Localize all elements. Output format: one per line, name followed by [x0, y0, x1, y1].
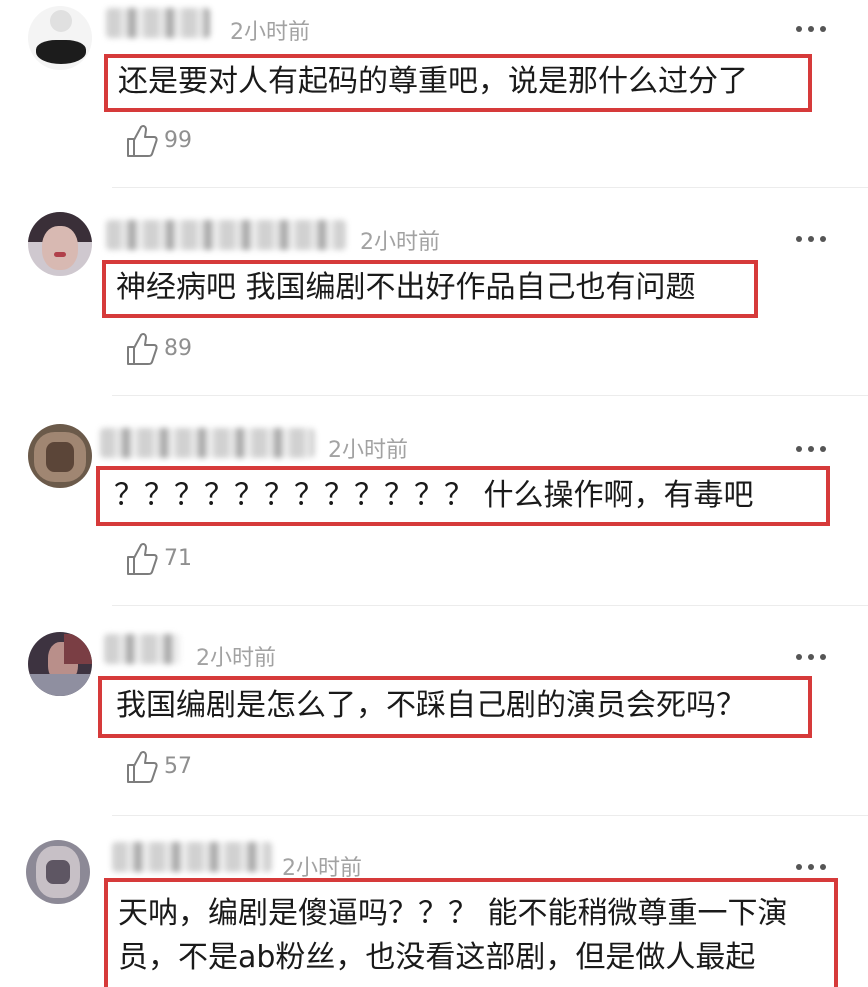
avatar[interactable] [26, 840, 90, 904]
comment-text-box: 天呐，编剧是傻逼吗？？？ 能不能稍微尊重一下演 员，不是ab粉丝，也没看这部剧，… [104, 878, 838, 987]
comment-time: 2小时前 [230, 20, 310, 45]
like-count: 71 [164, 546, 192, 571]
username-blurred[interactable] [104, 634, 180, 664]
thumbs-up-icon [127, 333, 158, 365]
like-count: 57 [164, 754, 192, 779]
avatar[interactable] [28, 6, 92, 70]
comment-text-box: 还是要对人有起码的尊重吧，说是那什么过分了 [104, 54, 812, 112]
more-options-icon[interactable] [796, 650, 830, 664]
comment-text: 神经病吧 我国编剧不出好作品自己也有问题 [116, 270, 696, 305]
comment-text: 还是要对人有起码的尊重吧，说是那什么过分了 [118, 64, 748, 99]
comment-text-box: 神经病吧 我国编剧不出好作品自己也有问题 [102, 260, 758, 318]
like-button[interactable]: 71 [126, 542, 206, 578]
avatar[interactable] [28, 212, 92, 276]
like-button[interactable]: 89 [126, 332, 206, 368]
comment-item: 2小时前 神经病吧 我国编剧不出好作品自己也有问题 89 [0, 188, 868, 396]
avatar[interactable] [28, 632, 92, 696]
like-count: 89 [164, 336, 192, 361]
username-blurred[interactable] [112, 842, 272, 872]
like-button[interactable]: 99 [126, 124, 206, 160]
more-options-icon[interactable] [796, 22, 830, 36]
more-options-icon[interactable] [796, 860, 830, 874]
comment-time: 2小时前 [328, 438, 408, 463]
comment-text: ？？？？？？？？？？？？ 什么操作啊，有毒吧 [114, 478, 754, 513]
like-count: 99 [164, 128, 192, 153]
username-blurred[interactable] [100, 428, 314, 458]
username-blurred[interactable] [106, 8, 210, 38]
more-options-icon[interactable] [796, 442, 830, 456]
comment-item: 2小时前 天呐，编剧是傻逼吗？？？ 能不能稍微尊重一下演 员，不是ab粉丝，也没… [0, 816, 868, 987]
thumbs-up-icon [127, 751, 158, 783]
more-options-icon[interactable] [796, 232, 830, 246]
comment-item: 2小时前 ？？？？？？？？？？？？ 什么操作啊，有毒吧 71 [0, 396, 868, 606]
comment-time: 2小时前 [360, 230, 440, 255]
comment-text-box: 我国编剧是怎么了，不踩自己剧的演员会死吗？ [98, 676, 812, 738]
thumbs-up-icon [127, 543, 158, 575]
comment-time: 2小时前 [196, 646, 276, 671]
username-blurred[interactable] [106, 220, 346, 250]
comment-text: 我国编剧是怎么了，不踩自己剧的演员会死吗？ [116, 688, 746, 723]
comment-item: 2小时前 还是要对人有起码的尊重吧，说是那什么过分了 99 [0, 0, 868, 188]
like-button[interactable]: 57 [126, 750, 206, 786]
comment-text-box: ？？？？？？？？？？？？ 什么操作啊，有毒吧 [96, 466, 830, 526]
avatar[interactable] [28, 424, 92, 488]
thumbs-up-icon [127, 125, 158, 157]
comment-text-line1: 天呐，编剧是傻逼吗？？？ 能不能稍微尊重一下演 [118, 896, 788, 931]
comment-item: 2小时前 我国编剧是怎么了，不踩自己剧的演员会死吗？ 57 [0, 606, 868, 816]
comment-text-line2: 员，不是ab粉丝，也没看这部剧，但是做人最起 [118, 940, 756, 975]
